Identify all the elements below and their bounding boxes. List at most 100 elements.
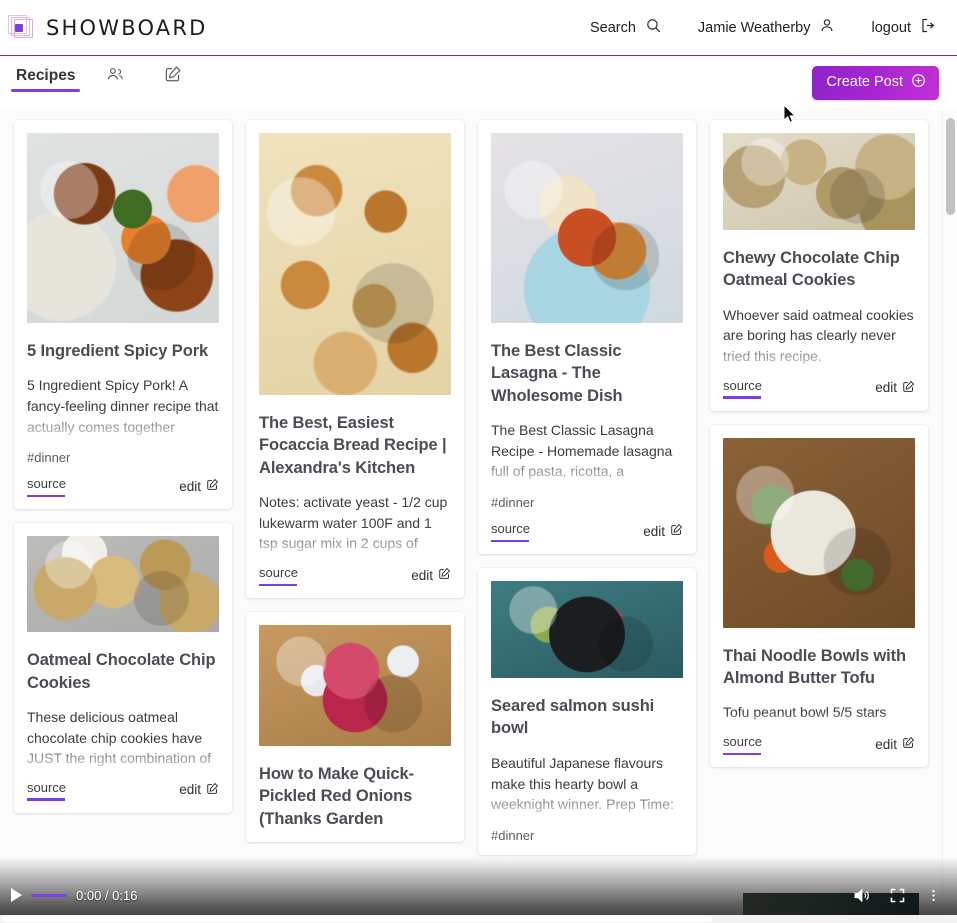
recipe-title: Chewy Chocolate Chip Oatmeal Cookies [723,249,900,290]
board-column: The Best, Easiest Focaccia Bread Recipe … [246,120,464,843]
edit-button[interactable]: edit [179,782,219,801]
board-columns: 5 Ingredient Spicy Pork 5 Ingredient Spi… [0,109,941,855]
recipe-description: Whoever said oatmeal cookies are boring … [723,306,914,365]
recipe-card[interactable]: The Best, Easiest Focaccia Bread Recipe … [246,120,464,599]
horizontal-scrollbar-thumb[interactable] [2,916,712,922]
edit-button[interactable]: edit [179,478,219,497]
vertical-scrollbar[interactable] [942,109,957,923]
horizontal-scrollbar[interactable] [0,915,957,923]
tab-bar: Recipes Create Post [0,56,957,109]
more-vertical-icon[interactable] [915,878,951,912]
recipes-board[interactable]: 5 Ingredient Spicy Pork 5 Ingredient Spi… [0,109,957,923]
recipe-card[interactable]: Chewy Chocolate Chip Oatmeal Cookies Who… [710,120,928,411]
video-controls-left: 0:00 / 0:16 [0,888,137,903]
nested-squares-logo-icon [8,15,33,40]
seek-slider[interactable] [31,893,67,897]
recipe-image [491,581,683,679]
logout-button[interactable]: logout [853,17,939,38]
recipe-image [27,536,219,633]
search-icon [645,17,662,38]
create-post-button[interactable]: Create Post [812,65,939,100]
recipe-card[interactable]: Oatmeal Chocolate Chip Cookies These del… [14,523,232,813]
recipe-description: Beautiful Japanese flavours make this he… [491,754,674,813]
card-footer: source edit [259,565,451,587]
edit-button[interactable]: edit [411,567,451,586]
recipe-card[interactable]: How to Make Quick-Pickled Red Onions (Th… [246,612,464,843]
pencil-square-icon [902,380,915,396]
video-controls-right [843,878,957,912]
app-header: SHOWBOARD Search Jamie Weatherby logout [0,0,957,56]
recipe-card[interactable]: The Best Classic Lasagna - The Wholesome… [478,120,696,555]
pencil-square-icon [206,782,219,798]
pencil-square-icon [438,567,451,583]
recipe-card[interactable]: Thai Noodle Bowls with Almond Butter Tof… [710,424,928,768]
source-link[interactable]: source [491,521,530,543]
source-link[interactable]: source [723,378,762,399]
recipe-description: 5 Ingredient Spicy Pork! A fancy-feeling… [27,377,219,435]
volume-icon[interactable] [843,878,879,912]
recipe-image [27,133,219,323]
recipe-title: 5 Ingredient Spicy Pork [27,342,209,360]
fullscreen-icon[interactable] [879,878,915,912]
edit-label: edit [411,567,433,583]
pencil-square-icon [206,478,219,494]
recipe-description: Tofu peanut bowl 5/5 stars [723,704,887,721]
tab-recipes[interactable]: Recipes [11,56,92,109]
recipe-tag[interactable]: #dinner [491,828,683,843]
recipe-tag[interactable]: #dinner [491,495,683,510]
user-name: Jamie Weatherby [697,19,811,36]
edit-label: edit [179,478,201,494]
tab-list: Recipes [8,56,208,109]
recipe-title: Thai Noodle Bowls with Almond Butter Tof… [723,646,906,688]
edit-label: edit [875,380,897,396]
card-footer: source edit [27,780,219,801]
compose-edit-icon [150,65,196,100]
edit-label: edit [875,736,897,752]
video-controls: 0:00 / 0:16 [0,878,957,912]
card-footer: source edit [27,476,219,498]
plus-circle-icon [911,73,926,92]
recipe-title: Seared salmon sushi bowl [491,697,655,738]
vertical-scrollbar-thumb[interactable] [946,118,955,215]
recipe-title: The Best Classic Lasagna - The Wholesome… [491,342,623,405]
brand-name: SHOWBOARD [46,15,208,40]
tab-recipes-label: Recipes [11,67,81,99]
recipe-title: The Best, Easiest Focaccia Bread Recipe … [259,414,447,477]
edit-button[interactable]: edit [643,523,683,542]
search-button[interactable]: Search [572,17,680,38]
recipe-card[interactable]: 5 Ingredient Spicy Pork 5 Ingredient Spi… [14,120,232,510]
recipe-image [259,133,451,395]
board-column: 5 Ingredient Spicy Pork 5 Ingredient Spi… [14,120,232,813]
recipe-title: Oatmeal Chocolate Chip Cookies [27,651,216,692]
board-column: Chewy Chocolate Chip Oatmeal Cookies Who… [710,120,928,768]
recipe-image [491,133,683,323]
header-actions: Search Jamie Weatherby logout [572,17,939,38]
card-footer: source edit [491,521,683,543]
user-menu[interactable]: Jamie Weatherby [680,17,854,38]
card-footer: source edit [723,734,915,756]
source-link[interactable]: source [27,780,66,801]
source-link[interactable]: source [259,565,298,587]
edit-button[interactable]: edit [875,380,915,399]
source-link[interactable]: source [723,734,762,756]
board-column: The Best Classic Lasagna - The Wholesome… [478,120,696,855]
video-time-display: 0:00 / 0:16 [76,887,138,903]
recipe-card[interactable]: Seared salmon sushi bowl Beautiful Japan… [478,568,696,855]
logout-arrow-icon [920,17,937,38]
tab-compose[interactable] [150,56,208,109]
edit-label: edit [179,782,201,798]
search-label: Search [589,19,636,36]
edit-button[interactable]: edit [875,736,915,755]
create-post-label: Create Post [826,74,903,90]
recipe-image [259,625,451,747]
pencil-square-icon [902,736,915,752]
play-icon[interactable] [11,888,22,902]
tab-people[interactable] [92,56,150,109]
recipe-tag[interactable]: #dinner [27,450,219,465]
recipe-description: These delicious oatmeal chocolate chip c… [27,709,212,767]
recipe-description: Notes: activate yeast - 1/2 cup lukewarm… [259,494,448,552]
source-link[interactable]: source [27,476,66,498]
brand-logo[interactable]: SHOWBOARD [8,15,208,40]
recipe-description: The Best Classic Lasagna Recipe - Homema… [491,422,673,480]
logout-label: logout [871,19,911,36]
